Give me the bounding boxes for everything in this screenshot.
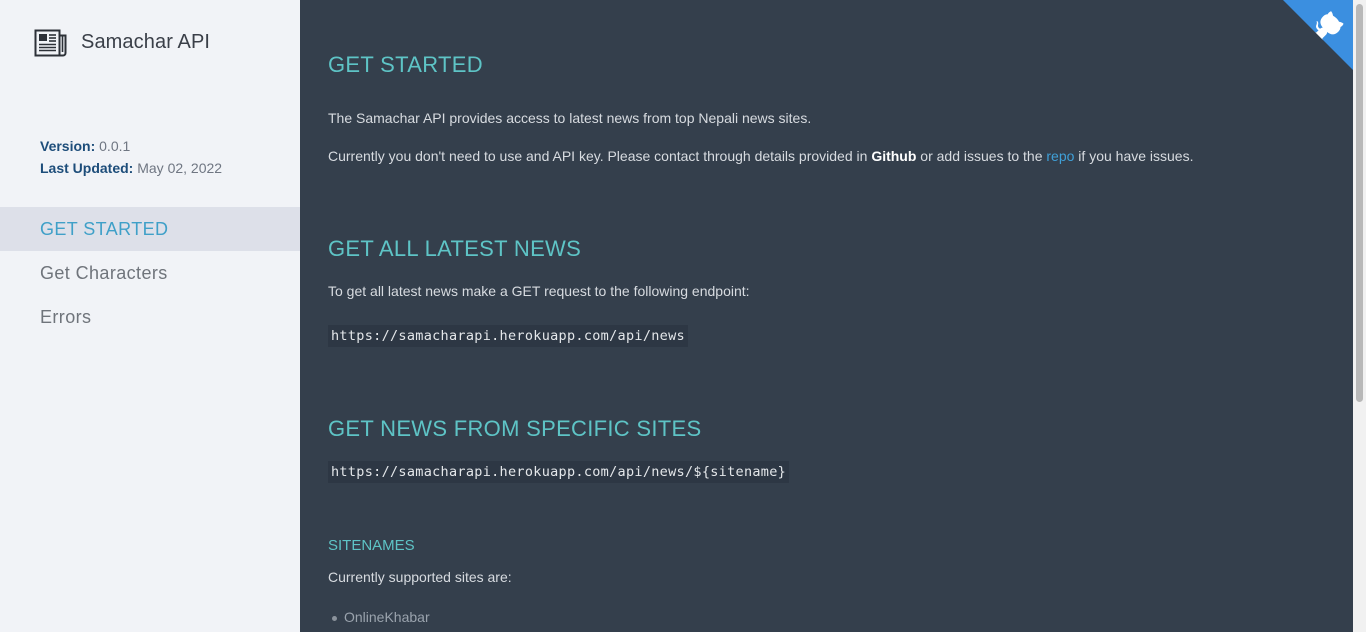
sites-list: OnlineKhabar	[328, 609, 430, 625]
scrollbar-thumb[interactable]	[1356, 4, 1363, 402]
brand[interactable]: Samachar API	[34, 26, 210, 58]
sidebar-nav: GET STARTED Get Characters Errors	[0, 207, 300, 339]
repo-link[interactable]: repo	[1046, 148, 1074, 164]
contact-prefix: Currently you don't need to use and API …	[328, 148, 872, 164]
version-value: 0.0.1	[99, 138, 131, 154]
latest-news-description: To get all latest news make a GET reques…	[328, 283, 750, 299]
github-text: Github	[871, 148, 917, 164]
github-octocat-icon[interactable]	[1283, 0, 1353, 70]
section-heading-specific-sites: GET NEWS FROM SPECIFIC SITES	[328, 416, 702, 441]
last-updated-row: Last Updated: May 02, 2022	[40, 157, 222, 179]
section-heading-latest-news: GET ALL LATEST NEWS	[328, 236, 582, 261]
version-label: Version:	[40, 138, 96, 154]
sidebar-item-errors[interactable]: Errors	[0, 295, 300, 339]
main-content: GET STARTED The Samachar API provides ac…	[300, 0, 1353, 632]
version-info: Version: 0.0.1 Last Updated: May 02, 202…	[40, 135, 222, 179]
brand-title: Samachar API	[81, 30, 211, 53]
sitenames-description: Currently supported sites are:	[328, 569, 512, 585]
sidebar-item-get-started[interactable]: GET STARTED	[0, 207, 300, 251]
sidebar: Samachar API Version: 0.0.1 Last Updated…	[0, 0, 300, 632]
last-updated-value: May 02, 2022	[137, 160, 223, 176]
contact-suffix: if you have issues.	[1074, 148, 1194, 164]
specific-sites-endpoint: https://samacharapi.herokuapp.com/api/ne…	[328, 461, 790, 483]
version-row: Version: 0.0.1	[40, 135, 222, 157]
last-updated-label: Last Updated:	[40, 160, 134, 176]
list-item: OnlineKhabar	[328, 609, 430, 625]
contact-text: Currently you don't need to use and API …	[328, 148, 1193, 164]
sidebar-item-get-characters[interactable]: Get Characters	[0, 251, 300, 295]
newspaper-icon	[34, 29, 67, 57]
contact-mid: or add issues to the	[916, 148, 1047, 164]
page-scrollbar[interactable]	[1353, 0, 1366, 632]
section-heading-get-started: GET STARTED	[328, 52, 483, 77]
latest-news-endpoint: https://samacharapi.herokuapp.com/api/ne…	[328, 325, 688, 347]
subheading-sitenames: SITENAMES	[328, 537, 415, 554]
intro-text: The Samachar API provides access to late…	[328, 110, 812, 126]
